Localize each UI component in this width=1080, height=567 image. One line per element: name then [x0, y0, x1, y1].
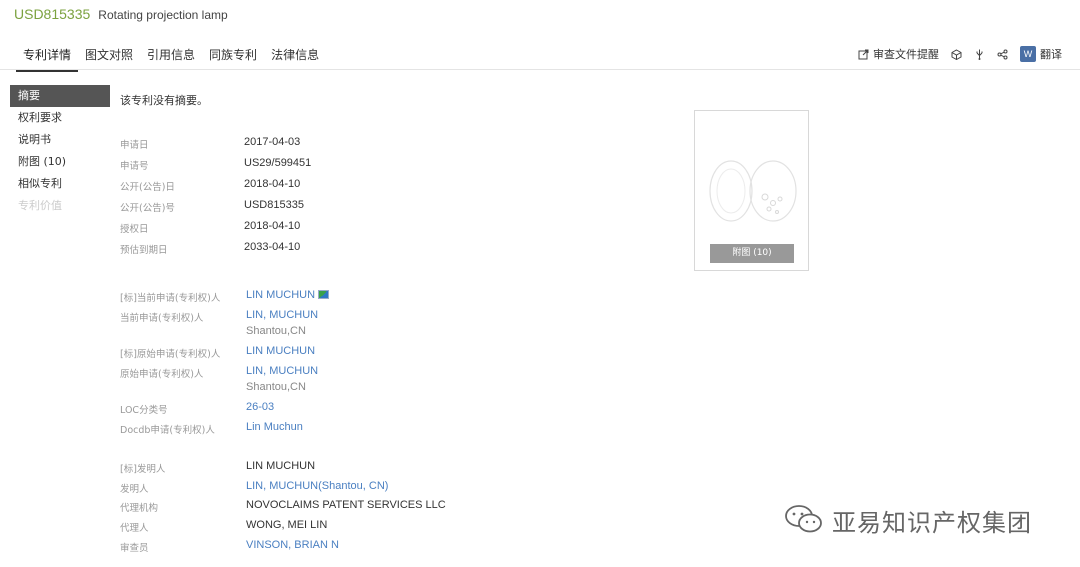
- docdb-assignee-link[interactable]: Lin Muchun: [246, 421, 303, 433]
- agent-label: 代理人: [120, 523, 149, 534]
- usb-button[interactable]: [974, 49, 985, 60]
- translate-label: 翻译: [1040, 48, 1062, 61]
- agent-value: WONG, MEI LIN: [246, 519, 328, 531]
- figure-thumbnail[interactable]: [703, 119, 800, 239]
- usb-icon: [974, 49, 985, 60]
- tab-patent-details[interactable]: 专利详情: [16, 46, 79, 72]
- cube-icon: [951, 48, 962, 60]
- tab-bar: 专利详情 图文对照 引用信息 同族专利 法律信息 审查文件提醒 W 翻译: [0, 40, 1080, 72]
- side-nav: 摘要 权利要求 说明书 附图 (10) 相似专利 专利价值: [10, 85, 110, 217]
- application-number-value: US29/599451: [244, 157, 312, 169]
- word-icon: W: [1020, 46, 1036, 62]
- grant-date-label: 授权日: [120, 224, 149, 235]
- page-header: USD815335 Rotating projection lamp: [14, 6, 228, 26]
- share-button[interactable]: [997, 49, 1008, 60]
- loc-classification-label: LOC分类号: [120, 405, 168, 416]
- nav-claims[interactable]: 权利要求: [10, 107, 110, 129]
- examiner-label: 审查员: [120, 543, 149, 554]
- std-current-assignee-link[interactable]: LIN MUCHUN: [246, 289, 330, 301]
- current-assignee-location: Shantou,CN: [246, 325, 306, 337]
- wechat-icon: [784, 504, 824, 538]
- original-assignee-label: 原始申请(专利权)人: [120, 369, 204, 380]
- translate-button[interactable]: W 翻译: [1020, 46, 1062, 62]
- nav-similar-patents[interactable]: 相似专利: [10, 173, 110, 195]
- std-original-assignee-label: [标]原始申请(专利权)人: [120, 349, 221, 360]
- publication-date-value: 2018-04-10: [244, 178, 301, 190]
- application-date-value: 2017-04-03: [244, 136, 301, 148]
- std-current-assignee-text: LIN MUCHUN: [246, 289, 316, 301]
- patent-number: USD815335: [14, 6, 91, 22]
- external-link-icon: [858, 49, 869, 60]
- figures-button[interactable]: 附图 (10): [710, 244, 794, 263]
- examiner-link[interactable]: VINSON, BRIAN N: [246, 539, 339, 551]
- nav-abstract[interactable]: 摘要: [10, 85, 110, 107]
- inventor-label: 发明人: [120, 484, 149, 495]
- publication-number-value: USD815335: [244, 199, 304, 211]
- std-original-assignee-link[interactable]: LIN MUCHUN: [246, 345, 315, 357]
- toolbar: 审查文件提醒 W 翻译: [858, 46, 1062, 62]
- expiry-date-label: 预估到期日: [120, 245, 168, 256]
- agency-value: NOVOCLAIMS PATENT SERVICES LLC: [246, 499, 446, 511]
- tab-family[interactable]: 同族专利: [202, 46, 264, 72]
- std-current-assignee-label: [标]当前申请(专利权)人: [120, 293, 221, 304]
- nav-patent-value: 专利价值: [18, 199, 62, 212]
- nav-description[interactable]: 说明书: [10, 129, 110, 151]
- std-inventor-label: [标]发明人: [120, 464, 166, 475]
- tab-legal[interactable]: 法律信息: [264, 46, 326, 72]
- current-assignee-link[interactable]: LIN, MUCHUN: [246, 309, 318, 321]
- tab-figure-text[interactable]: 图文对照: [78, 46, 140, 72]
- flag-icon: [318, 290, 330, 299]
- std-inventor-value: LIN MUCHUN: [246, 460, 316, 472]
- current-assignee-label: 当前申请(专利权)人: [120, 313, 204, 324]
- docdb-assignee-label: Docdb申请(专利权)人: [120, 425, 215, 436]
- share-icon: [997, 49, 1008, 60]
- application-number-label: 申请号: [120, 161, 149, 172]
- loc-classification-link[interactable]: 26-03: [246, 401, 274, 413]
- inventor-link[interactable]: LIN, MUCHUN(Shantou, CN): [246, 480, 388, 492]
- watermark: 亚易知识产权集团: [784, 503, 1032, 538]
- tab-citations[interactable]: 引用信息: [140, 46, 202, 72]
- original-assignee-link[interactable]: LIN, MUCHUN: [246, 365, 318, 377]
- expiry-date-value: 2033-04-10: [244, 241, 301, 253]
- watermark-text: 亚易知识产权集团: [832, 509, 1032, 537]
- review-alert-button[interactable]: 审查文件提醒: [858, 46, 939, 62]
- publication-date-label: 公开(公告)日: [120, 182, 175, 193]
- original-assignee-location: Shantou,CN: [246, 381, 306, 393]
- publication-number-label: 公开(公告)号: [120, 203, 175, 214]
- grant-date-value: 2018-04-10: [244, 220, 301, 232]
- abstract-note: 该专利没有摘要。: [120, 94, 208, 107]
- cube-button[interactable]: [951, 48, 962, 60]
- nav-figures[interactable]: 附图 (10): [10, 151, 110, 173]
- patent-title: Rotating projection lamp: [98, 8, 228, 22]
- tabs: 专利详情 图文对照 引用信息 同族专利 法律信息: [16, 46, 326, 72]
- agency-label: 代理机构: [120, 503, 159, 514]
- figure-preview-card[interactable]: 附图 (10): [694, 110, 809, 271]
- application-date-label: 申请日: [120, 140, 149, 151]
- review-alert-label: 审查文件提醒: [873, 48, 939, 61]
